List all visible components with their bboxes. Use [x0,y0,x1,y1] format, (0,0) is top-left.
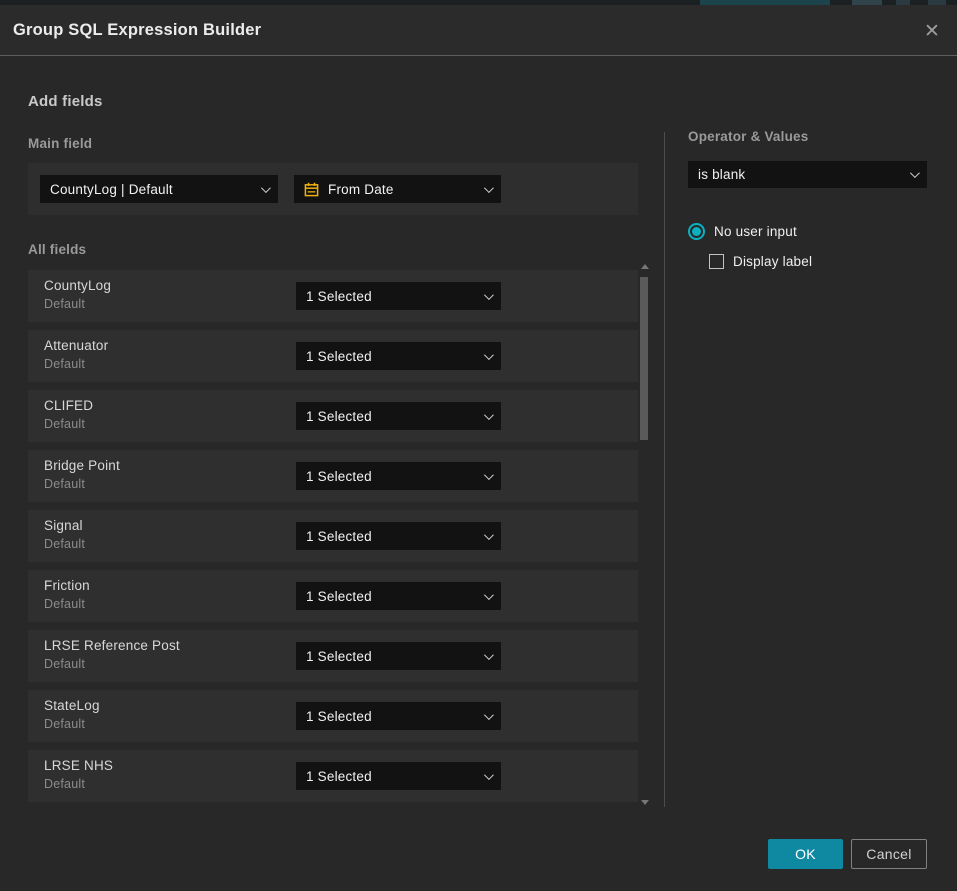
field-selection-dropdown[interactable]: 1 Selected [296,402,501,430]
field-row-lrse-nhs[interactable]: LRSE NHS Default 1 Selected [28,750,638,802]
field-row-attenuator[interactable]: Attenuator Default 1 Selected [28,330,638,382]
chevron-down-icon [484,410,494,420]
field-name: Friction [44,578,90,593]
field-row-lrse-reference-post[interactable]: LRSE Reference Post Default 1 Selected [28,630,638,682]
dialog-title: Group SQL Expression Builder [13,21,261,40]
calendar-date-icon [304,182,319,197]
field-name: Attenuator [44,338,108,353]
field-selection-dropdown[interactable]: 1 Selected [296,282,501,310]
field-selection-dropdown[interactable]: 1 Selected [296,342,501,370]
chevron-down-icon [484,183,494,193]
field-subtitle: Default [44,777,85,791]
field-selection-dropdown[interactable]: 1 Selected [296,522,501,550]
field-subtitle: Default [44,357,85,371]
selection-count: 1 Selected [306,409,476,424]
selection-count: 1 Selected [306,649,476,664]
main-field-date-dropdown[interactable]: From Date [294,175,501,203]
chevron-down-icon [261,183,271,193]
selection-count: 1 Selected [306,349,476,364]
selection-count: 1 Selected [306,769,476,784]
checkbox-unchecked-icon[interactable] [709,254,724,269]
field-subtitle: Default [44,297,85,311]
field-name: StateLog [44,698,100,713]
field-name: CLIFED [44,398,93,413]
chevron-down-icon [484,350,494,360]
operator-values-heading: Operator & Values [688,129,808,144]
dialog-header: Group SQL Expression Builder ✕ [0,5,957,56]
vertical-divider [664,132,665,807]
chevron-down-icon [484,590,494,600]
selection-count: 1 Selected [306,469,476,484]
field-row-statelog[interactable]: StateLog Default 1 Selected [28,690,638,742]
field-selection-dropdown[interactable]: 1 Selected [296,462,501,490]
field-selection-dropdown[interactable]: 1 Selected [296,702,501,730]
checkbox-label: Display label [733,254,812,269]
scrollbar-down-arrow-icon[interactable] [641,800,649,805]
field-name: Bridge Point [44,458,120,473]
chevron-down-icon [484,530,494,540]
field-subtitle: Default [44,477,85,491]
selection-count: 1 Selected [306,529,476,544]
close-icon[interactable]: ✕ [920,19,944,43]
field-selection-dropdown[interactable]: 1 Selected [296,642,501,670]
field-subtitle: Default [44,597,85,611]
main-field-source-value: CountyLog | Default [50,182,253,197]
operator-dropdown[interactable]: is blank [688,161,927,188]
ok-button[interactable]: OK [768,839,843,869]
main-field-source-dropdown[interactable]: CountyLog | Default [40,175,278,203]
main-field-panel: CountyLog | Default From Date [28,163,638,215]
radio-selected-icon[interactable] [688,223,705,240]
field-row-friction[interactable]: Friction Default 1 Selected [28,570,638,622]
cancel-button[interactable]: Cancel [851,839,927,869]
field-name: LRSE Reference Post [44,638,180,653]
operator-value: is blank [698,167,902,182]
field-name: LRSE NHS [44,758,113,773]
main-field-label: Main field [28,136,92,151]
all-fields-label: All fields [28,242,86,257]
chevron-down-icon [484,470,494,480]
chevron-down-icon [484,770,494,780]
selection-count: 1 Selected [306,589,476,604]
no-user-input-radio[interactable]: No user input [688,223,797,240]
selection-count: 1 Selected [306,289,476,304]
field-row-signal[interactable]: Signal Default 1 Selected [28,510,638,562]
add-fields-heading: Add fields [28,93,103,110]
field-subtitle: Default [44,537,85,551]
chevron-down-icon [910,168,920,178]
scrollbar-up-arrow-icon[interactable] [641,264,649,269]
field-selection-dropdown[interactable]: 1 Selected [296,762,501,790]
field-row-clifed[interactable]: CLIFED Default 1 Selected [28,390,638,442]
all-fields-list: CountyLog Default 1 Selected Attenuator … [28,270,638,810]
chevron-down-icon [484,710,494,720]
field-subtitle: Default [44,417,85,431]
field-name: Signal [44,518,83,533]
selection-count: 1 Selected [306,709,476,724]
display-label-checkbox-row[interactable]: Display label [709,254,812,269]
fields-list-scrollbar[interactable] [639,262,650,807]
chevron-down-icon [484,290,494,300]
main-field-date-value: From Date [328,182,476,197]
scrollbar-thumb[interactable] [640,277,648,440]
group-sql-expression-builder-dialog: Group SQL Expression Builder ✕ Add field… [0,5,957,891]
field-row-countylog[interactable]: CountyLog Default 1 Selected [28,270,638,322]
field-row-bridge-point[interactable]: Bridge Point Default 1 Selected [28,450,638,502]
field-subtitle: Default [44,657,85,671]
chevron-down-icon [484,650,494,660]
field-selection-dropdown[interactable]: 1 Selected [296,582,501,610]
field-subtitle: Default [44,717,85,731]
radio-label: No user input [714,224,797,239]
field-name: CountyLog [44,278,111,293]
